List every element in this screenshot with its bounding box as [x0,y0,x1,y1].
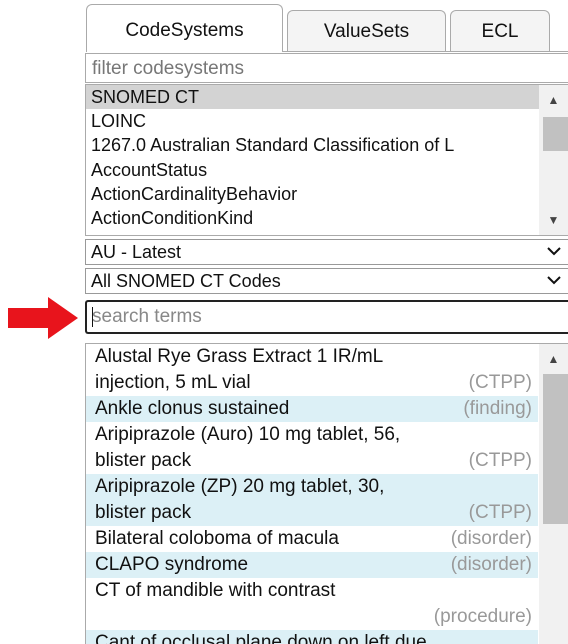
result-item[interactable]: Ankle clonus sustained (finding) [86,396,538,422]
scroll-thumb[interactable] [543,374,568,524]
result-term: injection, 5 mL vial [95,372,251,393]
result-term: blister pack [95,450,192,471]
codesystem-item-actioncondition[interactable]: ActionConditionKind [86,206,539,230]
result-item[interactable]: Bilateral coloboma of macula (disorder) [86,526,538,552]
filter-codesystems-input[interactable]: filter codesystems [85,53,568,83]
search-terms-input[interactable]: search terms [85,300,568,334]
tab-ecl[interactable]: ECL [450,10,550,52]
tab-divider [283,51,568,52]
result-term: Ankle clonus sustained [95,398,290,419]
result-tag: (disorder) [450,528,532,549]
result-term: Aripiprazole (Auro) 10 mg tablet, 56, [95,424,401,445]
result-term: Aripiprazole (ZP) 20 mg tablet, 30, [95,476,385,497]
chevron-down-icon [547,276,561,285]
result-term: Cant of occlusal plane down on left due [95,632,427,644]
result-item[interactable]: Cant of occlusal plane down on left due [86,630,538,644]
tab-codesystems[interactable]: CodeSystems [86,4,283,52]
version-select[interactable]: AU - Latest [85,239,568,265]
result-term: CLAPO syndrome [95,554,249,575]
result-item[interactable]: CT of mandible with contrast (procedure) [86,578,538,630]
text-caret [92,307,93,327]
result-term: CT of mandible with contrast [95,580,336,601]
tab-valuesets[interactable]: ValueSets [287,10,446,52]
scroll-thumb[interactable] [543,117,568,151]
codesystem-list[interactable]: SNOMED CT LOINC 1267.0 Australian Standa… [85,84,568,236]
result-tag: (CTPP) [468,372,532,393]
codesystem-item-accountstatus[interactable]: AccountStatus [86,158,539,182]
codesystem-item-asc[interactable]: 1267.0 Australian Standard Classificatio… [86,133,539,157]
scroll-down-icon[interactable]: ▼ [539,209,568,231]
result-tag: (disorder) [450,554,532,575]
chevron-down-icon [547,247,561,256]
scroll-up-icon[interactable]: ▲ [539,89,568,111]
codesystem-item-actioncardinality[interactable]: ActionCardinalityBehavior [86,182,539,206]
result-item[interactable]: CLAPO syndrome (disorder) [86,552,538,578]
pointer-arrow-icon [8,297,78,339]
result-term: blister pack [95,502,192,523]
codesystem-item-snomed[interactable]: SNOMED CT [86,85,539,110]
scroll-up-icon[interactable]: ▲ [539,348,568,370]
result-item[interactable]: Aripiprazole (ZP) 20 mg tablet, 30, blis… [86,474,538,526]
codesystem-scrollbar[interactable]: ▲ ▼ [539,85,568,235]
codesystem-item-loinc[interactable]: LOINC [86,109,539,133]
result-tag: (CTPP) [468,450,532,471]
result-item[interactable]: Alustal Rye Grass Extract 1 IR/mL inject… [86,344,538,396]
results-scrollbar[interactable]: ▲ [539,344,568,644]
result-tag: (procedure) [433,606,532,627]
results-list[interactable]: Alustal Rye Grass Extract 1 IR/mL inject… [85,343,568,644]
search-placeholder: search terms [92,306,202,327]
scope-select[interactable]: All SNOMED CT Codes [85,268,568,294]
result-term: Bilateral coloboma of macula [95,528,339,549]
scope-select-value: All SNOMED CT Codes [91,271,281,291]
result-term: Alustal Rye Grass Extract 1 IR/mL [95,346,384,367]
result-item[interactable]: Aripiprazole (Auro) 10 mg tablet, 56, bl… [86,422,538,474]
result-tag: (finding) [463,398,532,419]
result-tag: (CTPP) [468,502,532,523]
version-select-value: AU - Latest [91,242,182,262]
